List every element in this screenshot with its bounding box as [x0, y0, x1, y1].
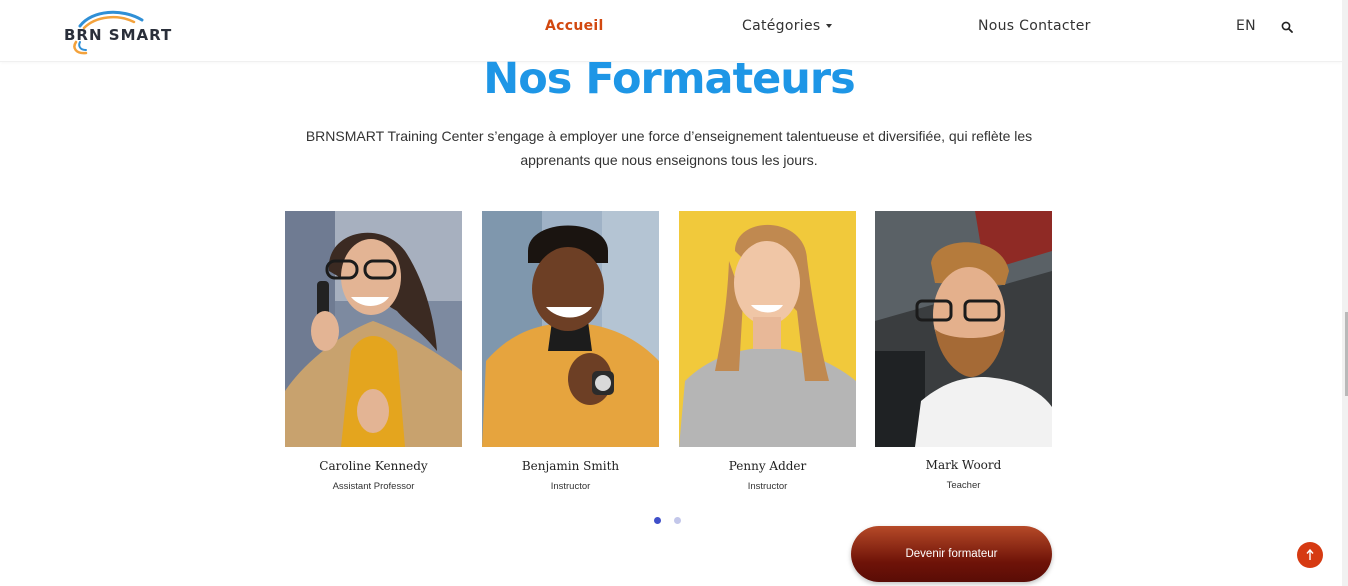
trainer-name: Benjamin Smith — [521, 459, 620, 473]
top-navbar: BRN SMART Accueil Catégories Nous Contac… — [0, 0, 1342, 62]
trainer-name: Caroline Kennedy — [319, 459, 428, 473]
trainer-card[interactable]: Penny Adder Instructor — [679, 211, 856, 492]
trainer-photo — [285, 211, 462, 447]
nav-categories-dropdown[interactable]: Catégories — [742, 18, 833, 34]
search-icon[interactable] — [1281, 21, 1293, 33]
caret-down-icon — [826, 24, 833, 28]
trainer-photo — [482, 211, 659, 447]
nav-contact-link[interactable]: Nous Contacter — [978, 18, 1091, 34]
trainer-role: Assistant Professor — [332, 481, 415, 492]
trainer-photo — [875, 211, 1052, 447]
carousel-dot-2[interactable] — [674, 517, 681, 524]
carousel-dot-1[interactable] — [654, 517, 661, 524]
trainer-card[interactable]: Caroline Kennedy Assistant Professor — [285, 211, 462, 492]
trainer-role: Teacher — [946, 480, 981, 491]
brand-logo[interactable]: BRN SMART — [62, 6, 178, 58]
section-title: Nos Formateurs — [483, 54, 855, 104]
trainer-photo — [679, 211, 856, 447]
trainer-card[interactable]: Benjamin Smith Instructor — [482, 211, 659, 492]
section-intro: BRNSMART Training Center s’engage à empl… — [305, 128, 1033, 168]
nav-home-link[interactable]: Accueil — [545, 18, 604, 34]
trainer-role: Instructor — [550, 481, 591, 492]
nav-categories-label: Catégories — [742, 18, 821, 34]
become-trainer-button[interactable]: Devenir formateur — [851, 526, 1052, 582]
trainer-card[interactable]: Mark Woord Teacher — [875, 211, 1052, 491]
back-to-top-button[interactable] — [1297, 542, 1323, 568]
arrow-up-icon — [1306, 548, 1314, 560]
trainer-name: Penny Adder — [728, 459, 807, 473]
page-scrollbar-track[interactable] — [1342, 0, 1348, 586]
logo-text: BRN SMART — [64, 26, 173, 44]
language-switch[interactable]: EN — [1236, 18, 1256, 34]
trainer-name: Mark Woord — [925, 458, 1002, 472]
trainer-role: Instructor — [747, 481, 788, 492]
